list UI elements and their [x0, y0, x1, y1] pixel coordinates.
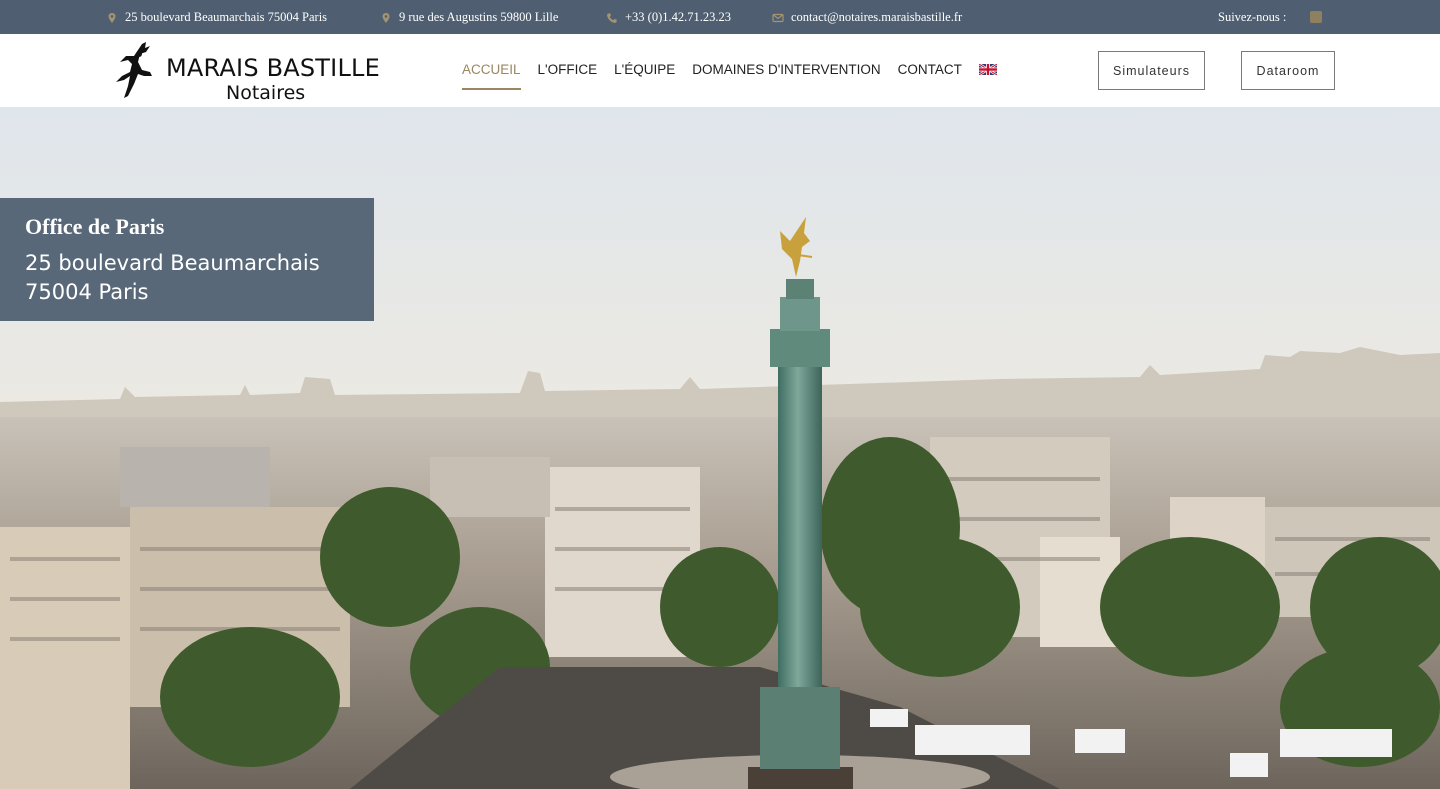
office-card-title: Office de Paris: [25, 214, 165, 239]
logo-title: MARAIS BASTILLE: [166, 54, 380, 82]
follow-us-label: Suivez-nous :: [1218, 10, 1287, 24]
map-pin-icon: [106, 12, 118, 24]
genie-logo-icon: [116, 42, 152, 98]
office-card-address-line2: 75004 Paris: [25, 280, 149, 304]
nav-equipe[interactable]: L'ÉQUIPE: [614, 62, 675, 77]
uk-flag-icon[interactable]: [978, 64, 997, 75]
email-text[interactable]: contact@notaires.maraisbastille.fr: [791, 10, 962, 25]
nav-contact[interactable]: CONTACT: [898, 62, 962, 77]
office-card-address-line1: 25 boulevard Beaumarchais: [25, 251, 320, 275]
nav-office[interactable]: L'OFFICE: [538, 62, 598, 77]
logo-subtitle: Notaires: [226, 82, 306, 104]
site-header: MARAIS BASTILLE Notaires ACCUEIL L'OFFIC…: [0, 34, 1440, 107]
mail-icon: [772, 12, 784, 24]
address-lille-text: 9 rue des Augustins 59800 Lille: [399, 10, 559, 24]
social-icon[interactable]: [1310, 11, 1322, 23]
site-logo[interactable]: MARAIS BASTILLE Notaires: [112, 40, 402, 104]
email-item[interactable]: contact@notaires.maraisbastille.fr: [772, 10, 962, 25]
nav-domaines[interactable]: DOMAINES D'INTERVENTION: [692, 62, 880, 77]
address-paris-text: 25 boulevard Beaumarchais 75004 Paris: [125, 10, 328, 24]
address-lille-item: 9 rue des Augustins 59800 Lille: [380, 10, 558, 25]
nav-accueil[interactable]: ACCUEIL: [462, 62, 521, 90]
office-info-card: Office de Paris 25 boulevard Beaumarchai…: [0, 198, 374, 321]
phone-item[interactable]: +33 (0)1.42.71.23.23: [606, 10, 731, 25]
top-info-bar: 25 boulevard Beaumarchais 75004 Paris 9 …: [0, 0, 1440, 34]
hero-banner: Office de Paris 25 boulevard Beaumarchai…: [0, 107, 1440, 789]
phone-text[interactable]: +33 (0)1.42.71.23.23: [625, 10, 731, 25]
main-navigation: ACCUEIL L'OFFICE L'ÉQUIPE DOMAINES D'INT…: [462, 62, 997, 90]
simulators-button[interactable]: Simulateurs: [1098, 51, 1205, 90]
dataroom-button[interactable]: Dataroom: [1241, 51, 1335, 90]
address-paris-item: 25 boulevard Beaumarchais 75004 Paris: [106, 10, 327, 25]
map-pin-icon: [380, 12, 392, 24]
phone-icon: [606, 12, 618, 24]
